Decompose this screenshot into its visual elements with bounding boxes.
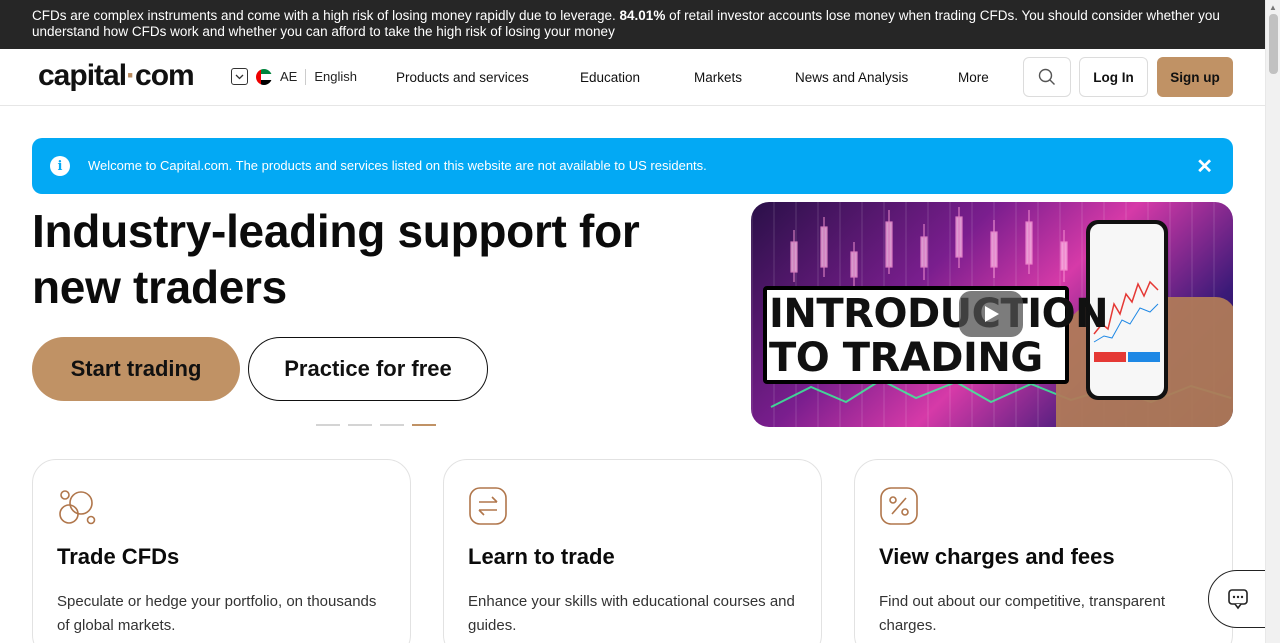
logo-text-left: capital [38,59,127,92]
nav-markets[interactable]: Markets [694,70,742,85]
notice-text: Welcome to Capital.com. The products and… [88,158,707,173]
intro-video-thumbnail[interactable]: INTRODUCTION TO TRADING [751,202,1233,427]
slide-indicator-2[interactable] [348,424,372,426]
risk-text-start: CFDs are complex instruments and come wi… [32,8,620,23]
info-icon: i [50,156,70,176]
nav-products-and-services[interactable]: Products and services [396,70,529,85]
exchange-arrows-icon [469,487,507,525]
search-icon [1038,68,1055,85]
video-title-line-1: INTRODUCTION [769,291,1109,337]
logo-dot: · [126,59,136,92]
card-view-charges-and-fees[interactable]: View charges and fees Find out about our… [854,459,1233,643]
coins-icon [59,490,96,525]
site-header: capital·com AE English Products and serv… [0,49,1265,106]
card-trade-cfds[interactable]: Trade CFDs Speculate or hedge your portf… [32,459,411,643]
video-title: INTRODUCTION TO TRADING [769,291,1109,381]
page-scrollbar[interactable]: ▲ [1265,0,1280,643]
scrollbar-thumb[interactable] [1269,14,1278,74]
card-learn-to-trade[interactable]: Learn to trade Enhance your skills with … [443,459,822,643]
percent-icon [880,487,918,525]
close-icon[interactable]: ✕ [1196,154,1213,179]
play-icon [985,306,999,322]
scroll-up-arrow-icon[interactable]: ▲ [1269,3,1277,12]
slide-indicators [316,424,436,426]
card-description: Enhance your skills with educational cou… [468,593,795,634]
practice-for-free-button[interactable]: Practice for free [248,337,488,401]
language-selector[interactable]: AE English [231,68,357,85]
login-button[interactable]: Log In [1079,57,1148,97]
nav-more[interactable]: More [958,70,989,85]
region-code: AE [280,69,298,84]
us-residents-notice: i Welcome to Capital.com. The products a… [32,138,1233,194]
risk-warning-banner: CFDs are complex instruments and come wi… [0,0,1265,49]
nav-education[interactable]: Education [580,70,640,85]
logo-text-right: com [135,59,195,92]
card-title: View charges and fees [879,544,1115,569]
capital-com-logo[interactable]: capital·com [38,59,195,93]
hero-title: Industry-leading support for new traders [32,205,640,313]
signup-button[interactable]: Sign up [1157,57,1233,97]
card-title: Learn to trade [468,544,615,569]
uae-flag-icon [256,68,272,85]
card-description: Find out about our competitive, transpar… [879,593,1165,634]
chat-icon [1228,589,1248,610]
card-description: Speculate or hedge your portfolio, on th… [57,593,377,634]
start-trading-button[interactable]: Start trading [32,337,240,401]
language-label: English [314,69,357,84]
play-button[interactable] [959,291,1023,337]
nav-news-and-analysis[interactable]: News and Analysis [795,70,908,85]
card-title: Trade CFDs [57,544,180,569]
video-title-line-2: TO TRADING [769,335,1043,381]
slide-indicator-1[interactable] [316,424,340,426]
chevron-down-icon[interactable] [231,68,248,85]
slide-indicator-3[interactable] [380,424,404,426]
slide-indicator-4[interactable] [412,424,436,426]
risk-percent: 84.01% [619,8,666,23]
divider [305,68,307,85]
search-button[interactable] [1023,57,1071,97]
